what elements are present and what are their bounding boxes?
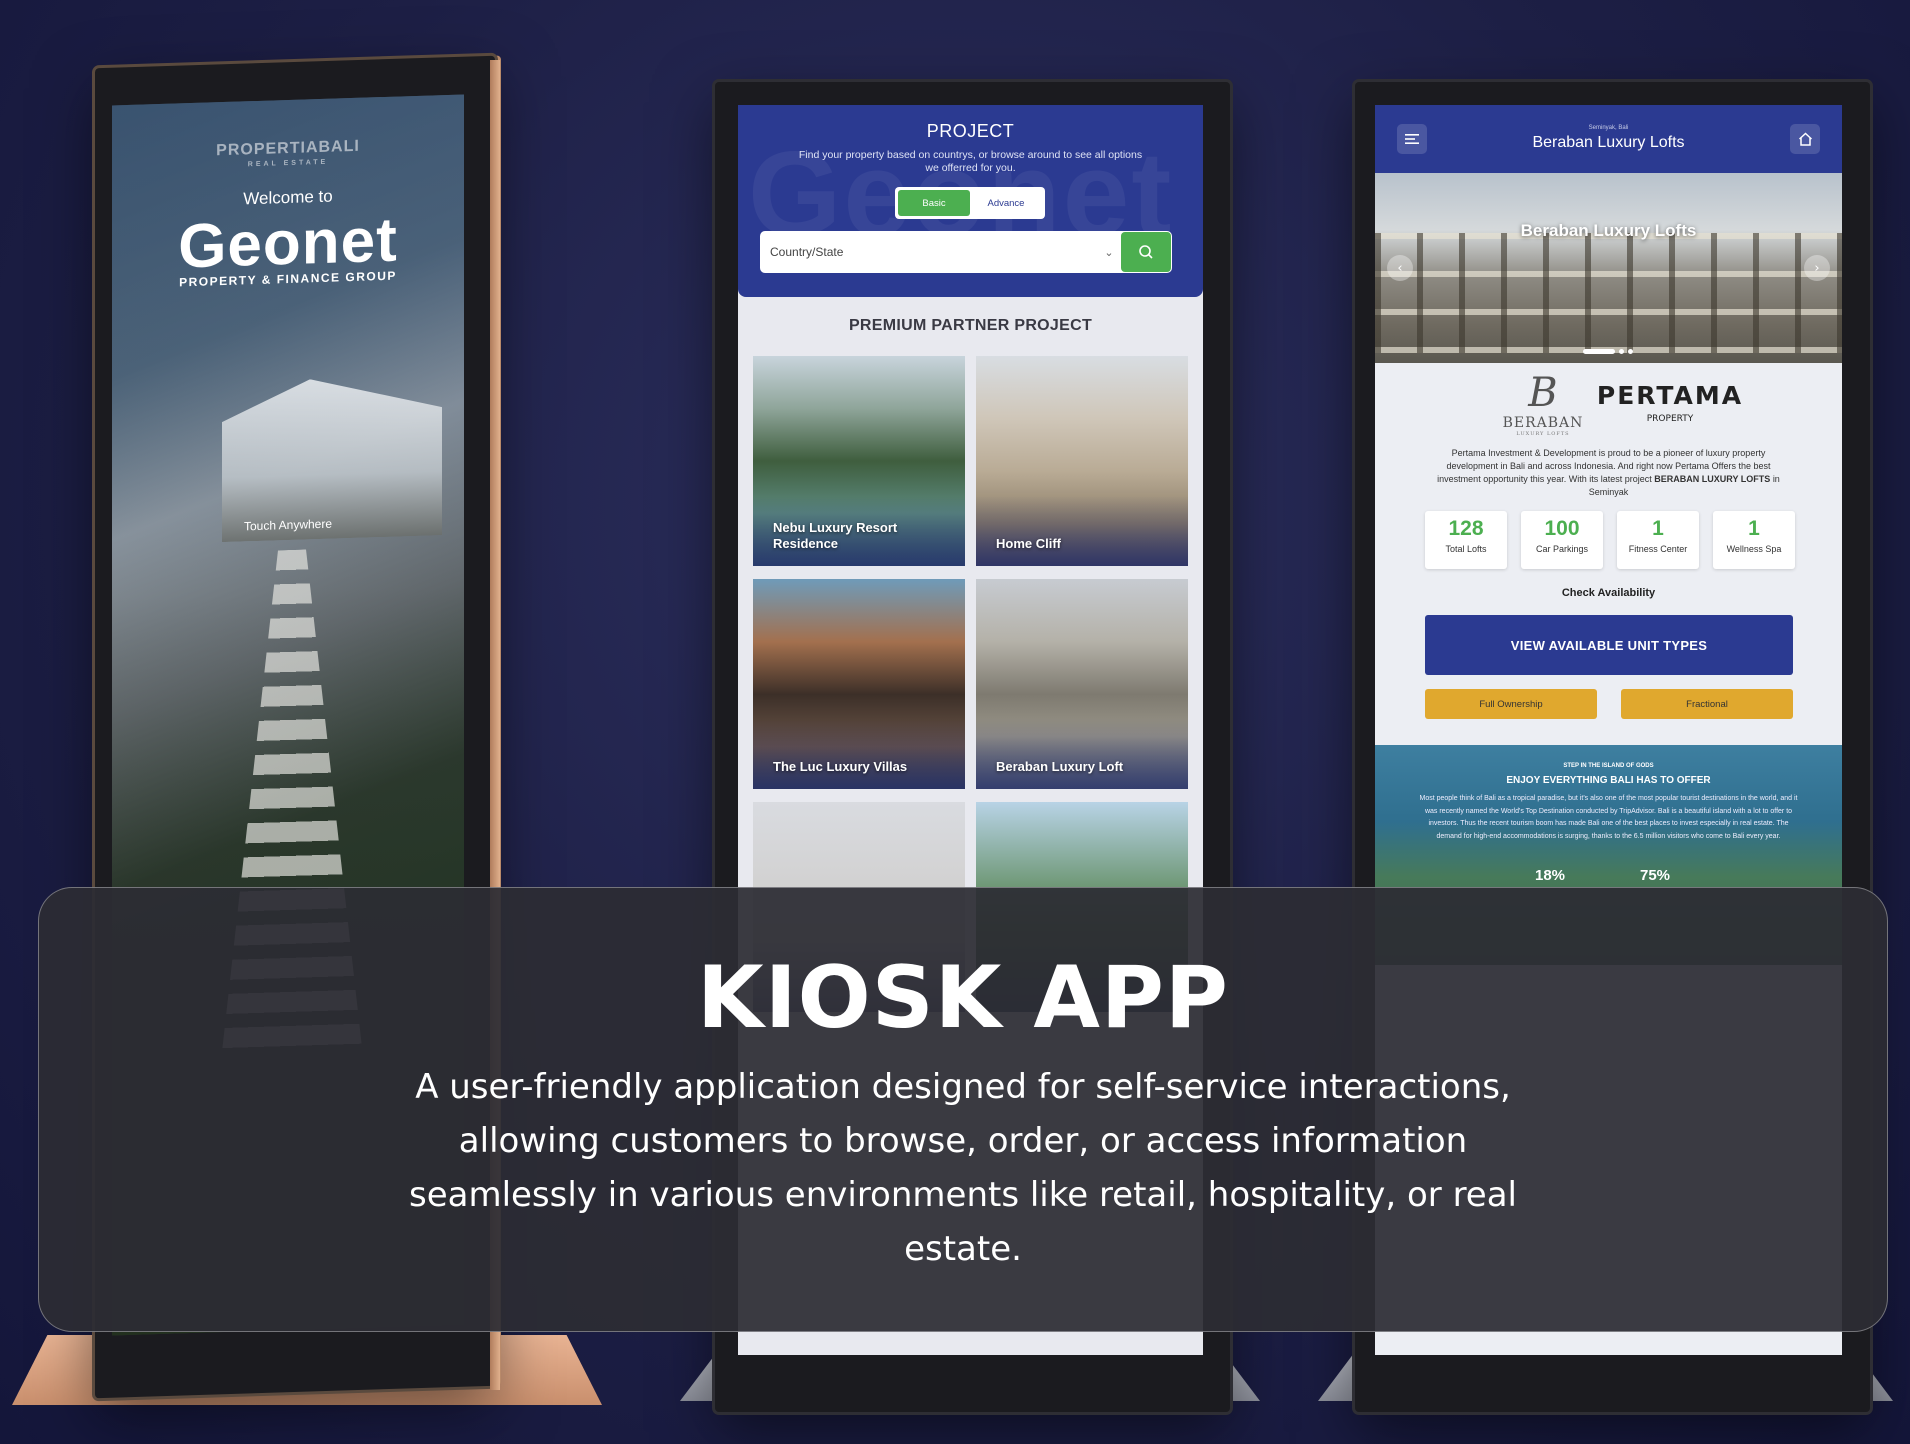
kiosk-app-showcase: { "kiosk_welcome": { "brand": "PROPERTIA… [0,0,1910,1444]
beraban-logo: B BERABAN LUXURY LOFTS [1502,370,1584,437]
search-mode-toggle: Basic Advance [895,187,1045,219]
stat-percent: 75% [1640,867,1671,884]
project-card[interactable]: The Luc Luxury Villas [753,579,965,789]
stat-card: 1 Wellness Spa [1713,511,1795,569]
page-title: PROJECT [926,121,1015,141]
bali-title: ENJOY EVERYTHING BALI HAS TO OFFER [1506,775,1711,786]
stat-card: 1 Fitness Center [1617,511,1699,569]
project-card-label: The Luc Luxury Villas [773,759,908,774]
location-label: Seminyak, Bali [1588,125,1629,131]
project-card[interactable]: Nebu Luxury Resort Residence [753,356,965,566]
headline: KIOSK APP [697,948,1229,1048]
country-select-placeholder: Country/State [770,245,844,259]
chevron-down-icon: ⌄ [1104,245,1114,259]
fractional-button[interactable]: Fractional [1621,689,1793,719]
bali-kicker: STEP IN THE ISLAND OF GODS [1563,763,1654,769]
stat-card: 128 Total Lofts [1425,511,1507,569]
home-button[interactable] [1790,124,1820,154]
country-select[interactable]: Country/State ⌄ [760,231,1172,273]
project-card[interactable]: Beraban Luxury Loft [976,579,1188,789]
brand-subtitle: REAL ESTATE [247,158,329,169]
check-availability-label: Check Availability [1561,587,1656,599]
tab-basic[interactable]: Basic [898,190,970,216]
page-description: Find your property based on countrys, or… [798,149,1143,174]
intro-text: Pertama Investment & Development is prou… [1437,448,1780,497]
carousel-prev-button[interactable]: ‹ [1387,255,1413,281]
detail-header: Seminyak, Bali Beraban Luxury Lofts [1375,105,1842,173]
project-header: Geonet PROJECT Find your property based … [738,105,1203,297]
hero-title: Beraban Luxury Lofts [1520,221,1697,240]
page-title: Beraban Luxury Lofts [1532,134,1685,151]
carousel-indicator [1583,349,1633,354]
brand-name: PROPERTIABALI REAL ESTATE [112,134,464,172]
home-icon [1798,132,1812,146]
stats-row: 128 Total Lofts 100 Car Parkings 1 Fitne… [1425,511,1795,569]
carousel-next-button[interactable]: › [1804,255,1830,281]
carousel-dot[interactable] [1628,349,1633,354]
pertama-logo: PERTAMA PROPERTY [1596,381,1744,424]
tab-advance[interactable]: Advance [970,190,1042,216]
carousel-dot[interactable] [1583,349,1615,354]
building-facade [1375,233,1842,353]
caption-panel: KIOSK APP A user-friendly application de… [38,887,1888,1332]
lead-text: A user-friendly application designed for… [408,1067,1518,1269]
chevron-left-icon: ‹ [1397,260,1403,276]
search-icon [1139,245,1153,259]
project-card-label: Home Cliff [996,536,1061,551]
search-button[interactable] [1121,232,1171,272]
section-title: PREMIUM PARTNER PROJECT [848,317,1093,334]
stat-percent: 18% [1535,867,1566,884]
chevron-right-icon: › [1814,260,1820,276]
full-ownership-button[interactable]: Full Ownership [1425,689,1597,719]
carousel-dot[interactable] [1619,349,1624,354]
project-card[interactable]: Home Cliff [976,356,1188,566]
hero-carousel[interactable]: Beraban Luxury Lofts ‹ › [1375,173,1842,363]
project-card-label: Beraban Luxury Loft [996,759,1124,774]
view-unit-types-button[interactable]: VIEW AVAILABLE UNIT TYPES [1425,615,1793,675]
stat-card: 100 Car Parkings [1521,511,1603,569]
bali-text: Most people think of Bali as a tropical … [1419,795,1798,840]
project-card-label: Nebu Luxury Resort Residence [773,520,898,551]
